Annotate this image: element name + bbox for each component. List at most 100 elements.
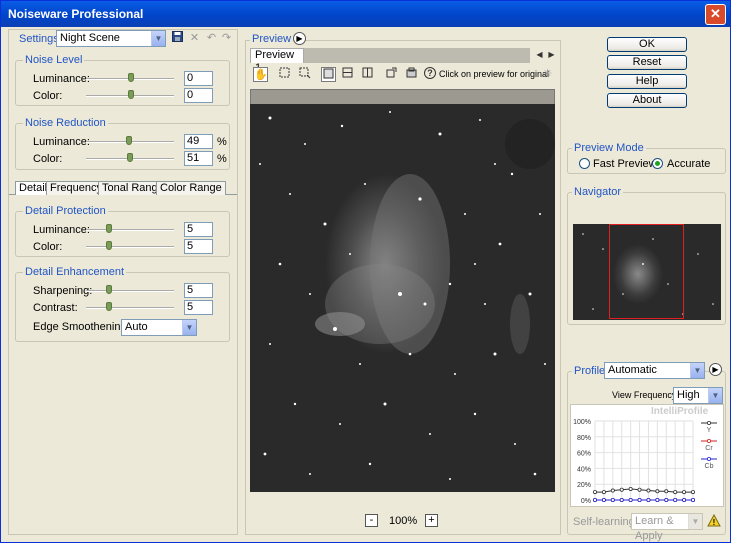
slider-thumb[interactable] (106, 224, 112, 233)
about-button[interactable]: About (607, 93, 687, 108)
delete-icon[interactable]: ✕ (187, 31, 202, 46)
profile-dropdown[interactable]: Automatic ▼ (604, 362, 705, 379)
series-point-cb (628, 498, 633, 503)
split-horizontal-icon[interactable] (340, 67, 355, 82)
noise-reduction-color-label: Color: (33, 153, 63, 165)
series-point-cb (610, 498, 615, 503)
y-tick-label: 100% (573, 419, 591, 426)
noise-reduction-luminance-input[interactable]: 49 (184, 134, 213, 149)
percent-unit: % (217, 136, 227, 148)
noise-level-color-label: Color: (33, 90, 63, 102)
series-point-y (691, 490, 696, 495)
legend-marker-cb (706, 457, 711, 462)
detail-protection-luminance-slider[interactable] (86, 229, 174, 231)
preview-legend: Preview (250, 33, 294, 45)
noiseware-window: Noiseware Professional ✕ Settings: Night… (0, 0, 731, 543)
detail-protection-color-slider[interactable] (86, 246, 174, 248)
contrast-input[interactable]: 5 (184, 300, 213, 315)
contrast-slider[interactable] (86, 307, 174, 309)
preview-image[interactable] (250, 104, 555, 492)
svg-text:!: ! (713, 518, 716, 527)
edge-smoothening-value: Auto (125, 321, 148, 333)
reset-button[interactable]: Reset (607, 55, 687, 70)
preview-mode-legend: Preview Mode (572, 142, 646, 154)
intelliprofile-chart: IntelliProfile 100% 80% 60% 40% 20% 0% Y Cr Cb (570, 404, 724, 507)
series-point-y (628, 486, 633, 491)
y-tick-label: 20% (577, 482, 591, 489)
intelliprofile-watermark: IntelliProfile (651, 406, 709, 417)
series-point-y (655, 489, 660, 494)
navigator-thumbnail[interactable] (573, 224, 721, 320)
profile-value: Automatic (608, 364, 657, 376)
save-icon[interactable] (170, 31, 185, 46)
single-view-icon[interactable] (321, 67, 336, 82)
zoom-out-button[interactable]: - (365, 514, 378, 527)
self-learning-value: Learn & Apply (635, 515, 674, 542)
series-line-y (595, 488, 693, 493)
legend-label-cb: Cb (705, 463, 714, 470)
series-point-cb (691, 498, 696, 503)
busy-spinner-icon: ✳ (542, 68, 553, 80)
navigator-viewport-box[interactable] (609, 224, 684, 319)
preview-tab[interactable]: Preview 1 (250, 48, 304, 74)
fast-preview-radio[interactable] (579, 158, 590, 169)
tab-color-range[interactable]: Color Range (156, 181, 226, 195)
help-button[interactable]: Help (607, 74, 687, 89)
slider-thumb[interactable] (128, 73, 134, 82)
noise-reduction-luminance-label: Luminance: (33, 136, 90, 148)
noise-reduction-color-input[interactable]: 51 (184, 151, 213, 166)
series-point-cb (655, 498, 660, 503)
chevron-down-icon: ▼ (708, 388, 722, 403)
preview-settings-icon[interactable] (404, 67, 419, 82)
hand-tool-icon[interactable]: ✋ (253, 67, 268, 82)
detail-protection-color-label: Color: (33, 241, 63, 253)
profile-menu-icon[interactable]: ▶ (709, 363, 722, 376)
slider-thumb[interactable] (128, 90, 134, 99)
detail-protection-color-input[interactable]: 5 (184, 239, 213, 254)
series-point-cb (664, 498, 669, 503)
percent-unit: % (217, 153, 227, 165)
series-point-y (592, 490, 597, 495)
zoom-in-button[interactable]: + (425, 514, 438, 527)
contrast-label: Contrast: (33, 302, 78, 314)
noise-level-color-input[interactable]: 0 (184, 88, 213, 103)
slider-thumb[interactable] (126, 136, 132, 145)
settings-dropdown[interactable]: Night Scene ▼ (56, 30, 166, 47)
detail-protection-luminance-label: Luminance: (33, 224, 90, 236)
series-point-y (646, 488, 651, 493)
sharpening-slider[interactable] (86, 290, 174, 292)
series-point-y (664, 489, 669, 494)
noise-level-luminance-label: Luminance: (33, 73, 90, 85)
add-selection-tool-icon[interactable] (297, 67, 312, 82)
noise-level-legend: Noise Level (23, 54, 85, 66)
sharpening-label: Sharpening: (33, 285, 93, 297)
edge-smoothening-dropdown[interactable]: Auto ▼ (121, 319, 197, 336)
close-button[interactable]: ✕ (705, 4, 726, 25)
self-learning-dropdown[interactable]: Learn & Apply ▼ (631, 513, 703, 542)
accurate-radio[interactable] (652, 158, 663, 169)
noise-level-luminance-input[interactable]: 0 (184, 71, 213, 86)
sharpening-input[interactable]: 5 (184, 283, 213, 298)
slider-thumb[interactable] (106, 285, 112, 294)
marquee-tool-icon[interactable] (277, 67, 292, 82)
new-preview-icon[interactable] (384, 67, 399, 82)
slider-thumb[interactable] (106, 241, 112, 250)
nebula-starfield (259, 111, 555, 480)
ok-button[interactable]: OK (607, 37, 687, 52)
detail-protection-luminance-input[interactable]: 5 (184, 222, 213, 237)
tab-frequency[interactable]: Frequency (46, 181, 106, 195)
y-tick-label: 80% (577, 435, 591, 442)
tab-scroll-right-icon[interactable]: ▶ (544, 48, 559, 63)
undo-icon[interactable]: ↶ (204, 31, 219, 46)
view-frequency-label: View Frequency: (612, 390, 679, 400)
slider-thumb[interactable] (127, 153, 133, 162)
series-point-y (673, 490, 678, 495)
view-frequency-dropdown[interactable]: High ▼ (673, 387, 723, 404)
preview-menu-icon[interactable]: ▶ (293, 32, 306, 45)
split-vertical-icon[interactable] (360, 67, 375, 82)
redo-icon[interactable]: ↷ (219, 31, 234, 46)
self-learning-label: Self-learning: (573, 516, 638, 528)
detail-protection-legend: Detail Protection (23, 205, 108, 217)
help-icon[interactable]: ? (424, 67, 436, 79)
slider-thumb[interactable] (106, 302, 112, 311)
